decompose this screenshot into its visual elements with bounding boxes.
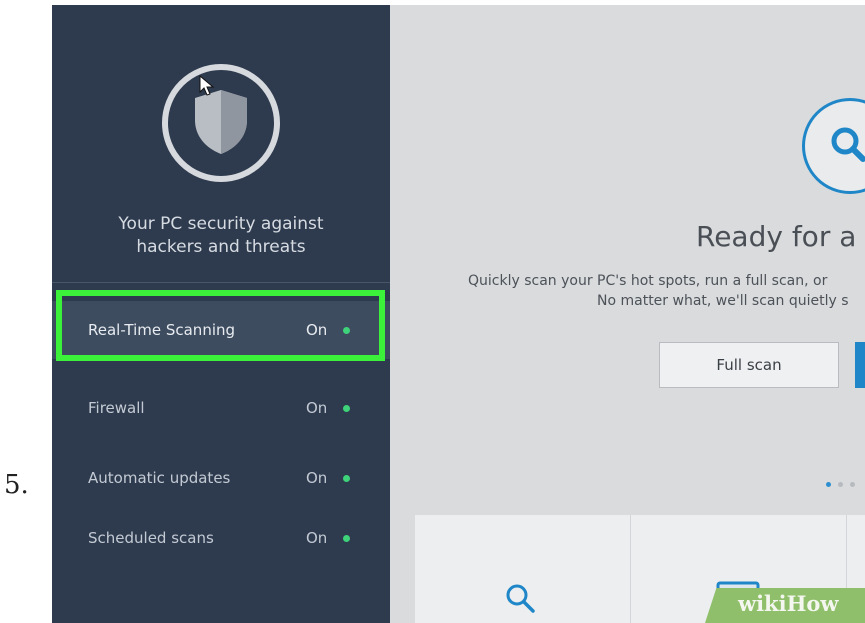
pager-dot[interactable] — [826, 482, 831, 487]
sidebar-item-automatic-updates[interactable]: Automatic updates On — [52, 449, 390, 507]
cursor-icon — [199, 75, 215, 96]
pager-dots[interactable] — [826, 472, 862, 491]
status-dot — [343, 475, 350, 482]
highlight-box — [56, 290, 385, 361]
tile-divider — [630, 515, 631, 623]
pager-dot[interactable] — [838, 482, 843, 487]
sidebar-divider — [52, 282, 390, 283]
description-line-1: Quickly scan your PC's hot spots, run a … — [468, 273, 828, 289]
sidebar-item-label: Automatic updates — [88, 469, 231, 487]
pager-dot[interactable] — [850, 482, 855, 487]
sidebar-tagline: Your PC security against hackers and thr… — [118, 214, 324, 257]
status-text: On — [306, 529, 328, 547]
description-line-2: No matter what, we'll scan quietly s — [597, 293, 849, 309]
full-scan-button[interactable]: Full scan — [659, 342, 839, 388]
sidebar-item-label: Firewall — [88, 399, 145, 417]
search-icon — [831, 127, 865, 162]
step-number: 5. — [4, 470, 29, 500]
sidebar-item-firewall[interactable]: Firewall On — [52, 379, 390, 437]
status-dot — [343, 535, 350, 542]
search-circle — [802, 98, 865, 194]
shield-icon — [195, 90, 247, 154]
search-icon[interactable] — [503, 581, 537, 615]
sidebar-item-scheduled-scans[interactable]: Scheduled scans On — [52, 509, 390, 567]
quick-scan-button[interactable] — [855, 342, 865, 388]
main-panel: Ready for a v Quickly scan your PC's hot… — [390, 5, 865, 623]
status-text: On — [306, 469, 328, 487]
shield-ring — [162, 64, 280, 182]
sidebar-item-label: Scheduled scans — [88, 529, 214, 547]
page-title: Ready for a v — [696, 220, 865, 253]
status-dot — [343, 405, 350, 412]
watermark-logo: wikiHow — [738, 591, 839, 616]
status-text: On — [306, 399, 328, 417]
